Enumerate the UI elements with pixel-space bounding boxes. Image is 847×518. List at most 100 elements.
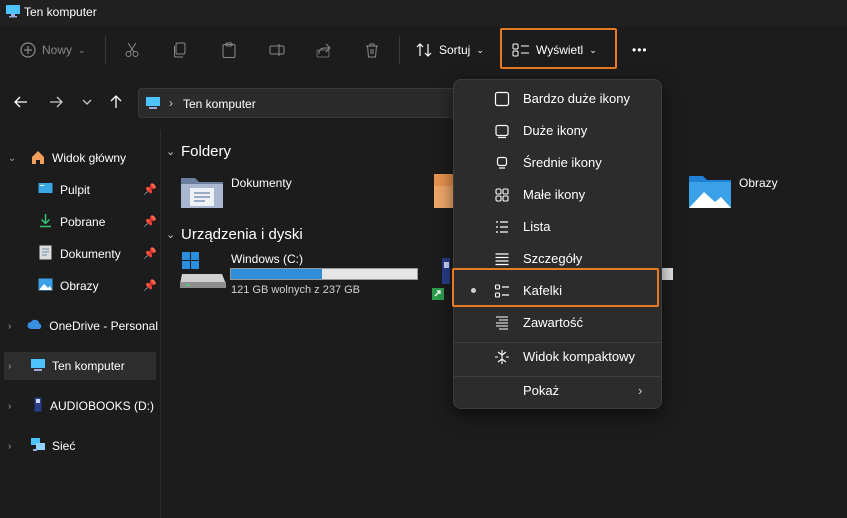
sidebar-item-label: Ten komputer	[52, 359, 125, 373]
share-button[interactable]	[316, 34, 332, 66]
pin-icon[interactable]: 📌	[143, 183, 157, 196]
download-icon	[38, 213, 53, 231]
drive-free-space: 121 GB wolnych z 237 GB	[231, 284, 361, 296]
sidebar-item-label: Widok główny	[52, 151, 127, 165]
chevron-down-icon[interactable]: ⌄	[166, 145, 175, 158]
breadcrumb[interactable]: Ten komputer	[183, 97, 256, 111]
folder-tile-pictures[interactable]: Obrazy	[688, 172, 808, 212]
audiobooks-drive-icon	[432, 258, 452, 303]
extra-large-icons-icon	[494, 91, 510, 107]
computer-icon	[30, 358, 46, 375]
sidebar-item-onedrive[interactable]: › OneDrive - Personal	[0, 312, 158, 340]
scissors-icon	[124, 42, 140, 58]
sidebar-item-downloads[interactable]: Pobrane	[0, 208, 158, 236]
pin-icon[interactable]: 📌	[143, 215, 157, 228]
view-label: Wyświetl	[536, 43, 584, 57]
recent-locations-chevron-icon[interactable]	[80, 94, 94, 113]
sort-button[interactable]: Sortuj ⌄	[415, 34, 484, 66]
sidebar-item-label: OneDrive - Personal	[49, 319, 158, 333]
pictures-icon	[38, 278, 53, 294]
section-header-drives[interactable]: Urządzenia i dyski	[181, 226, 303, 243]
menu-item-content[interactable]: Zawartość	[454, 308, 661, 338]
desktop-icon	[38, 182, 53, 198]
cut-button[interactable]	[124, 34, 140, 66]
documents-folder-icon	[180, 174, 224, 213]
sort-icon	[415, 42, 433, 58]
delete-button[interactable]	[364, 34, 380, 66]
menu-item-list[interactable]: Lista	[454, 212, 661, 242]
menu-item-label: Duże ikony	[523, 123, 588, 138]
sidebar-item-label: Dokumenty	[60, 247, 121, 261]
sidebar-item-label: Sieć	[52, 439, 76, 453]
new-label: Nowy	[42, 43, 73, 57]
sidebar-item-network[interactable]: › Sieć	[0, 432, 158, 460]
trash-icon	[364, 42, 380, 58]
sidebar-item-label: AUDIOBOOKS (D:)	[50, 399, 155, 413]
compact-view-icon	[494, 349, 510, 365]
menu-item-label: Bardzo duże ikony	[523, 91, 630, 106]
chevron-right-icon: ›	[8, 440, 12, 452]
folder-label: Obrazy	[739, 176, 778, 190]
paste-button[interactable]	[221, 34, 237, 66]
view-button[interactable]: Wyświetl ⌄	[512, 34, 597, 66]
chevron-down-icon: ⌄	[8, 152, 17, 164]
folder-tile-documents[interactable]: Dokumenty	[180, 172, 300, 212]
chevron-down-icon[interactable]: ⌄	[166, 228, 175, 241]
new-button[interactable]: Nowy ⌄	[20, 34, 86, 66]
sidebar-item-this-pc[interactable]: › Ten komputer	[4, 352, 156, 380]
large-icons-icon	[494, 123, 510, 139]
chevron-right-icon: ›	[8, 400, 12, 412]
pin-icon[interactable]: 📌	[143, 279, 157, 292]
breadcrumb-chevron-icon: ›	[169, 96, 173, 110]
forward-arrow-icon[interactable]	[48, 94, 64, 113]
pin-icon[interactable]: 📌	[143, 247, 157, 260]
section-header-folders[interactable]: Foldery	[181, 143, 231, 160]
toolbar-divider	[105, 36, 106, 64]
drive-label: Windows (C:)	[231, 252, 304, 266]
medium-icons-icon	[494, 155, 510, 171]
sidebar-item-label: Pobrane	[60, 215, 106, 229]
menu-item-small-icons[interactable]: Małe ikony	[454, 180, 661, 210]
folder-label: Dokumenty	[231, 176, 292, 190]
menu-item-label: Średnie ikony	[523, 155, 602, 170]
sidebar-item-documents[interactable]: Dokumenty	[0, 240, 158, 268]
chevron-right-icon: ›	[638, 383, 643, 398]
sidebar-item-pictures[interactable]: Obrazy	[0, 272, 158, 300]
share-icon	[316, 42, 332, 58]
drive-usage-fill	[231, 269, 323, 279]
copy-icon	[172, 42, 188, 58]
menu-item-compact-view[interactable]: Widok kompaktowy	[454, 342, 661, 372]
rename-button[interactable]	[269, 34, 285, 66]
rename-icon	[269, 42, 285, 58]
menu-item-label: Pokaż	[523, 383, 560, 398]
plus-circle-icon	[20, 42, 36, 58]
pictures-folder-icon	[688, 174, 732, 213]
details-icon	[494, 251, 510, 267]
menu-item-label: Szczegóły	[523, 251, 583, 266]
small-icons-icon	[494, 187, 510, 203]
chevron-down-icon: ⌄	[78, 44, 86, 55]
sidebar-item-desktop[interactable]: Pulpit	[0, 176, 158, 204]
copy-button[interactable]	[172, 34, 188, 66]
sort-label: Sortuj	[439, 43, 471, 57]
usb-drive-icon	[34, 397, 42, 415]
menu-item-medium-icons[interactable]: Średnie ikony	[454, 148, 661, 178]
windows-drive-icon	[180, 252, 226, 291]
network-icon	[30, 437, 46, 455]
back-arrow-icon[interactable]	[13, 94, 29, 113]
up-arrow-icon[interactable]	[108, 94, 124, 113]
title-bar: Ten komputer	[0, 0, 847, 26]
sidebar-item-audiobooks-drive[interactable]: › AUDIOBOOKS (D:)	[0, 392, 158, 420]
menu-item-large-icons[interactable]: Duże ikony	[454, 116, 661, 146]
home-icon	[30, 149, 46, 168]
sidebar-item-label: Pulpit	[60, 183, 91, 197]
menu-item-label: Małe ikony	[523, 187, 586, 202]
menu-item-show[interactable]: Pokaż ›	[454, 376, 661, 406]
drive-usage-bar	[230, 268, 418, 280]
chevron-down-icon: ⌄	[476, 44, 484, 55]
sidebar-item-home[interactable]: ⌄ Widok główny	[0, 144, 158, 172]
more-options-button[interactable]: •••	[632, 34, 648, 66]
menu-item-extra-large-icons[interactable]: Bardzo duże ikony	[454, 84, 661, 114]
more-icon: •••	[632, 43, 648, 57]
document-icon	[39, 245, 52, 263]
